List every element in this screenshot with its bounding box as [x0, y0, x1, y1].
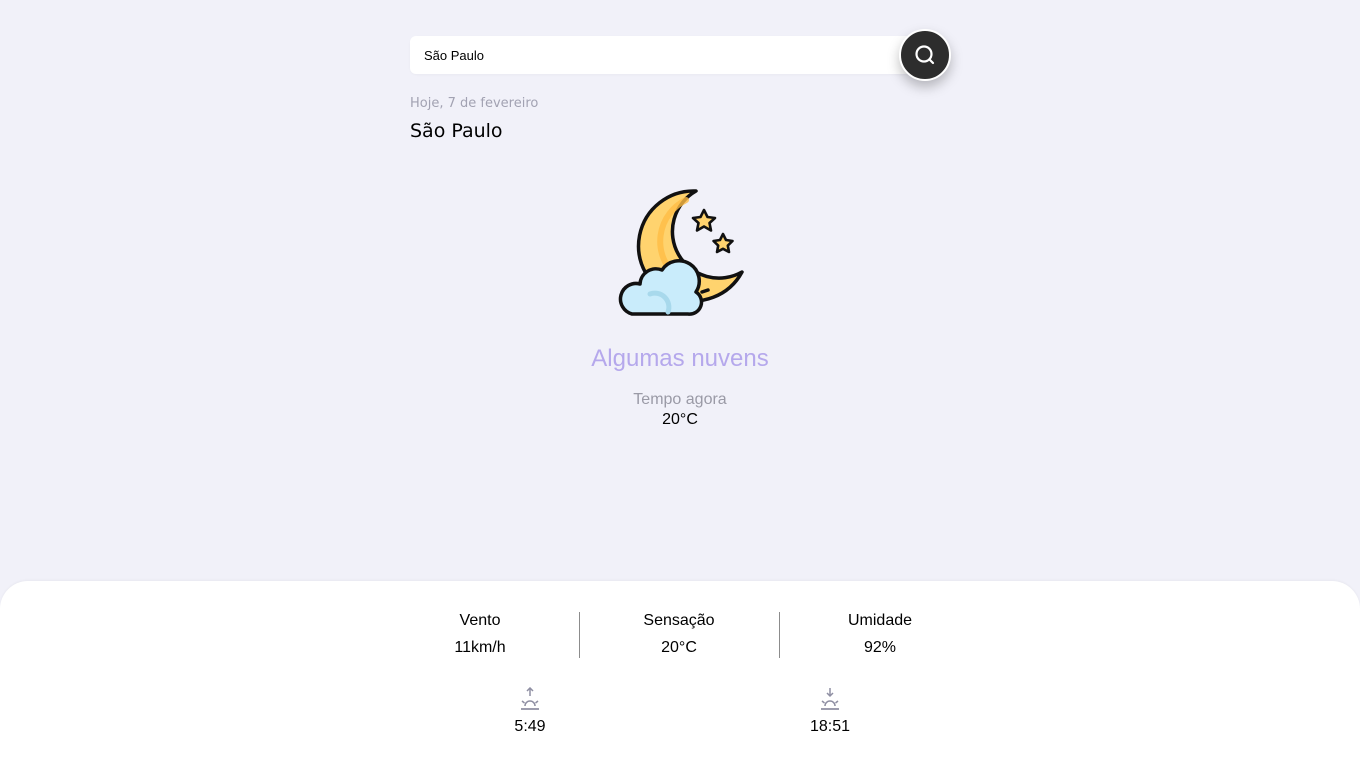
- date-label: Hoje, 7 de fevereiro: [410, 96, 539, 111]
- wind-value: 11km/h: [454, 639, 506, 656]
- feels-like-value: 20°C: [661, 639, 697, 656]
- current-temperature: 20°C: [662, 411, 698, 428]
- sunset: 18:51: [770, 687, 890, 737]
- details-panel: Vento 11km/h Sensação 20°C Umidade 92% 5…: [0, 581, 1360, 768]
- humidity-value: 92%: [863, 639, 897, 656]
- moon-stars-cloud-icon: [612, 186, 748, 320]
- search-bar: [410, 36, 930, 74]
- sunrise-time: 5:49: [514, 718, 546, 735]
- city-title: São Paulo: [410, 120, 503, 142]
- wind-stat: Vento 11km/h: [380, 611, 580, 658]
- sunset-time: 18:51: [809, 718, 851, 735]
- feels-like-stat: Sensação 20°C: [579, 611, 779, 658]
- sunrise: 5:49: [470, 687, 590, 737]
- sunset-icon: [770, 687, 890, 711]
- weather-app: Hoje, 7 de fevereiro São Paulo Algumas n…: [0, 0, 1360, 768]
- current-label: Tempo agora: [633, 391, 727, 408]
- feels-like-label: Sensação: [643, 612, 715, 629]
- search-button[interactable]: [899, 29, 951, 81]
- weather-description: Algumas nuvens: [591, 345, 769, 372]
- sunrise-icon: [470, 687, 590, 711]
- humidity-stat: Umidade 92%: [780, 611, 980, 658]
- humidity-label: Umidade: [847, 612, 913, 629]
- wind-label: Vento: [459, 612, 501, 629]
- search-icon: [914, 44, 936, 66]
- search-input[interactable]: [424, 36, 894, 74]
